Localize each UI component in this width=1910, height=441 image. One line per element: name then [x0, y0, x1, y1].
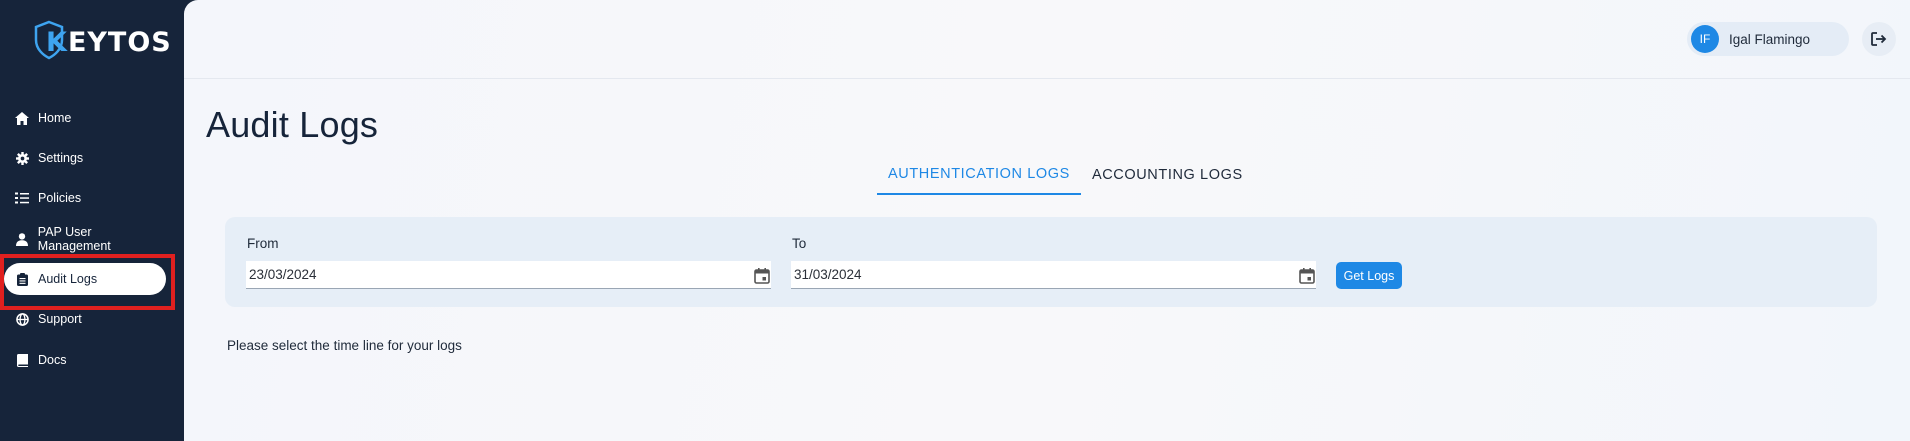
logout-button[interactable]	[1862, 22, 1896, 56]
to-label: To	[792, 236, 807, 251]
clipboard-icon	[15, 272, 29, 286]
hint-text: Please select the time line for your log…	[227, 338, 462, 353]
user-menu[interactable]: IF Igal Flamingo	[1687, 22, 1849, 56]
sidebar-item-settings[interactable]: Settings	[4, 142, 166, 174]
tab-accounting-logs[interactable]: ACCOUNTING LOGS	[1081, 155, 1254, 195]
calendar-icon[interactable]	[753, 267, 771, 285]
sidebar-item-policies[interactable]: Policies	[4, 182, 166, 214]
tab-authentication-logs[interactable]: AUTHENTICATION LOGS	[877, 155, 1081, 195]
sidebar-item-label: PAP User Management	[37, 225, 111, 253]
list-check-icon	[15, 191, 29, 205]
log-tabs: AUTHENTICATION LOGS ACCOUNTING LOGS	[877, 155, 1254, 195]
logo-text: KEYTOS	[46, 27, 172, 58]
sidebar-item-pap-user-management[interactable]: PAP User Management	[4, 223, 166, 255]
home-icon	[15, 111, 29, 125]
page-title: Audit Logs	[206, 104, 379, 145]
sidebar-item-home[interactable]: Home	[4, 102, 166, 134]
from-date-value: 23/03/2024	[249, 267, 317, 282]
keytos-logo[interactable]: KEYTOS	[34, 18, 171, 62]
globe-icon	[15, 312, 29, 326]
book-icon	[15, 353, 29, 367]
from-label: From	[247, 236, 279, 251]
gear-icon	[15, 151, 29, 165]
sidebar-item-audit-logs[interactable]: Audit Logs	[4, 263, 166, 295]
sidebar-item-support[interactable]: Support	[4, 303, 166, 335]
sidebar-item-label: Support	[38, 312, 82, 326]
from-date-input[interactable]: 23/03/2024	[246, 261, 771, 289]
sidebar-item-label: Policies	[38, 191, 82, 205]
sidebar-item-label: Audit Logs	[38, 272, 98, 286]
to-date-value: 31/03/2024	[794, 267, 862, 282]
to-date-input[interactable]: 31/03/2024	[791, 261, 1316, 289]
sidebar-item-label: Docs	[38, 353, 67, 367]
top-bar: IF Igal Flamingo	[184, 0, 1910, 79]
get-logs-button[interactable]: Get Logs	[1336, 262, 1402, 289]
user-name: Igal Flamingo	[1729, 31, 1811, 47]
date-filter-card: From 23/03/2024 To 31/03/2024 Get Logs	[225, 217, 1877, 307]
logout-icon	[1871, 32, 1887, 46]
sidebar-item-label: Settings	[38, 151, 84, 165]
main-panel: IF Igal Flamingo Audit Logs AUTHENTICATI…	[184, 0, 1910, 441]
sidebar-item-docs[interactable]: Docs	[4, 344, 166, 376]
user-icon	[15, 232, 29, 246]
sidebar-item-label: Home	[38, 111, 72, 125]
avatar: IF	[1691, 25, 1719, 53]
sidebar: KEYTOS Home Settings Policies PAP User M…	[0, 0, 190, 441]
calendar-icon[interactable]	[1298, 267, 1316, 285]
